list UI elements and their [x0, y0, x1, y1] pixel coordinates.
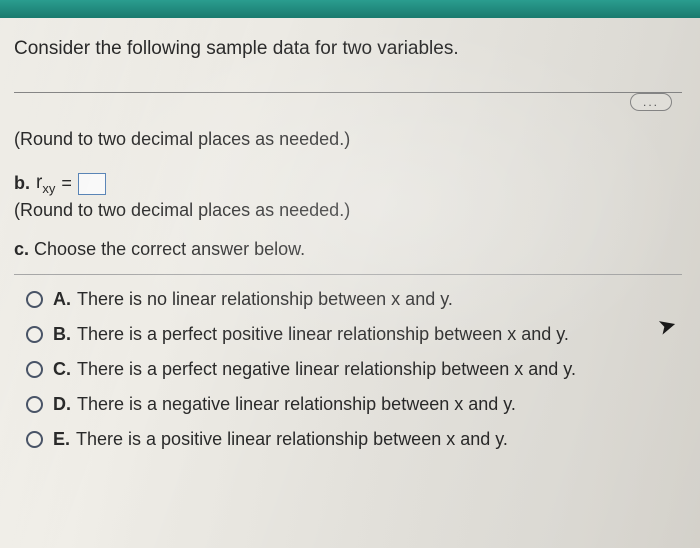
option-b[interactable]: B. There is a perfect positive linear rel… [26, 324, 682, 345]
section-c-label: c. [14, 239, 29, 259]
equals-sign: = [61, 173, 72, 194]
question-prompt: Consider the following sample data for t… [14, 38, 682, 60]
more-dots: ... [643, 95, 659, 109]
options-list: A. There is no linear relationship betwee… [14, 289, 682, 450]
option-text: There is a perfect negative linear relat… [77, 359, 576, 379]
option-text: There is a negative linear relationship … [77, 394, 516, 414]
radio-d[interactable] [26, 396, 43, 413]
window-top-bar [0, 0, 700, 18]
radio-a[interactable] [26, 291, 43, 308]
correlation-symbol: rxy [36, 172, 55, 196]
option-text: There is no linear relationship between … [77, 289, 453, 309]
option-d[interactable]: D. There is a negative linear relationshi… [26, 394, 682, 415]
radio-e[interactable] [26, 431, 43, 448]
radio-c[interactable] [26, 361, 43, 378]
answer-input-box[interactable] [78, 173, 106, 195]
option-letter: E. [53, 429, 70, 449]
section-c-text: Choose the correct answer below. [34, 239, 305, 259]
show-more-button[interactable]: ... [630, 93, 672, 111]
option-letter: B. [53, 324, 71, 344]
divider-line [14, 92, 682, 93]
section-c: c. Choose the correct answer below. [14, 239, 682, 260]
option-c[interactable]: C. There is a perfect negative linear rel… [26, 359, 682, 380]
option-letter: A. [53, 289, 71, 309]
option-text: There is a positive linear relationship … [76, 429, 508, 449]
section-b-hint: (Round to two decimal places as needed.) [14, 200, 682, 221]
options-divider [14, 274, 682, 275]
section-a: (Round to two decimal places as needed.) [14, 129, 682, 150]
radio-b[interactable] [26, 326, 43, 343]
option-text: There is a perfect positive linear relat… [77, 324, 569, 344]
section-b-label: b. [14, 173, 30, 194]
section-b: b. rxy = (Round to two decimal places as… [14, 172, 682, 221]
option-a[interactable]: A. There is no linear relationship betwee… [26, 289, 682, 310]
option-letter: D. [53, 394, 71, 414]
option-e[interactable]: E. There is a positive linear relationshi… [26, 429, 682, 450]
section-a-hint: (Round to two decimal places as needed.) [14, 129, 682, 150]
option-letter: C. [53, 359, 71, 379]
photo-glare-overlay [0, 18, 700, 548]
question-content: Consider the following sample data for t… [0, 18, 700, 548]
